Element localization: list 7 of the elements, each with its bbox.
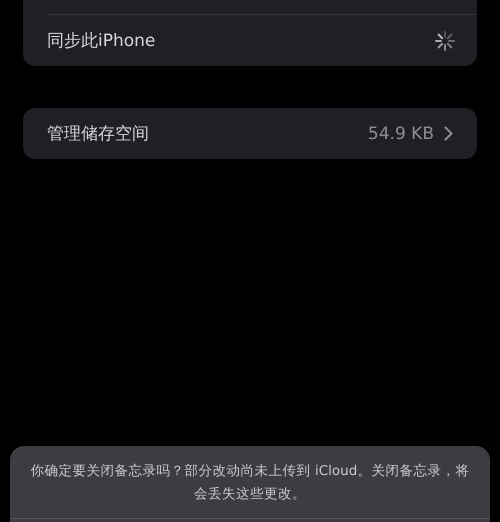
storage-value: 54.9 KB [368,124,434,144]
storage-row[interactable]: 管理储存空间 54.9 KB [23,108,477,159]
sync-label: 同步此iPhone [47,30,156,52]
storage-label: 管理储存空间 [47,123,149,145]
chevron-icon [444,126,453,141]
spinner-icon [433,28,457,52]
sheet-message: 你确定要关闭备忘录吗？部分改动尚未上传到 iCloud。关闭备忘录，将会丢失这些更改。 [30,462,470,504]
